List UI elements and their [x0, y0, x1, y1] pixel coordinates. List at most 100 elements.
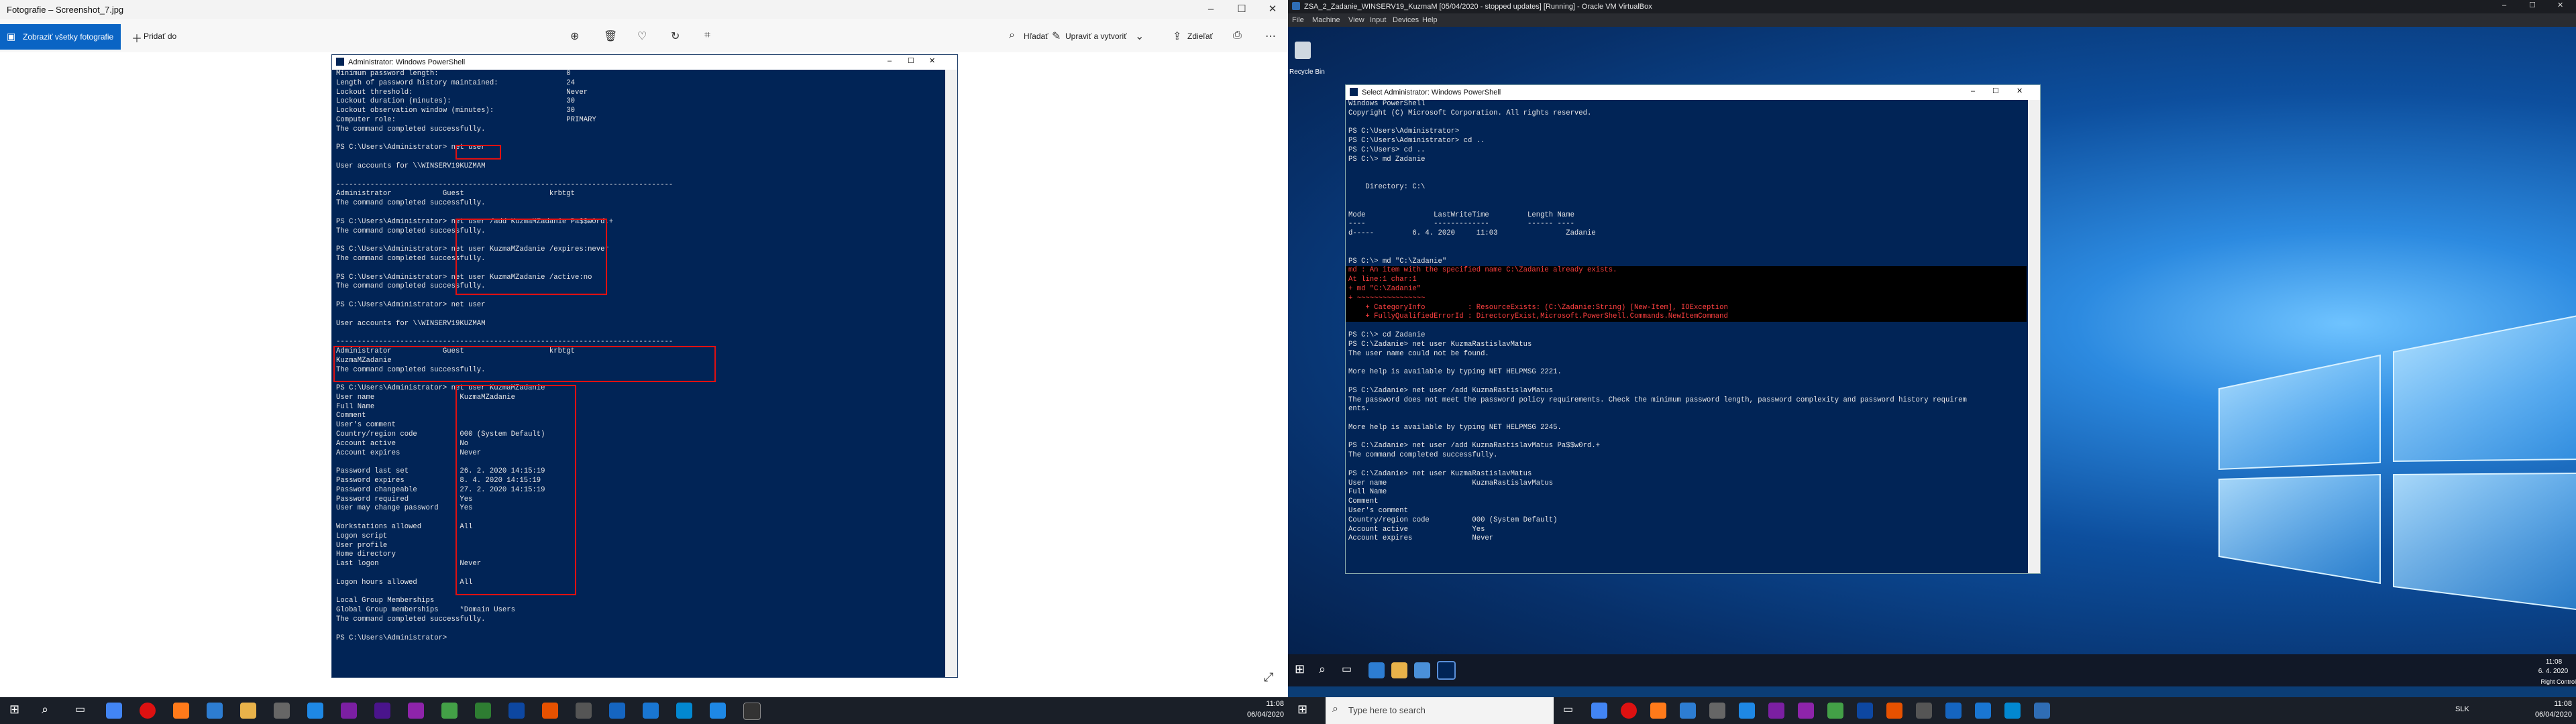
opera-icon[interactable]	[140, 703, 156, 719]
app-icon[interactable]	[643, 703, 659, 719]
console-line: Country/region code 000 (System Default)	[1348, 516, 1558, 524]
close-icon[interactable]: ✕	[1257, 0, 1288, 19]
host-search-box[interactable]: ⌕ Type here to search	[1326, 697, 1554, 724]
close-icon[interactable]: ✕	[2557, 1, 2563, 9]
share-button[interactable]: Zdieľať	[1187, 32, 1213, 41]
language-indicator[interactable]: SLK	[2455, 705, 2469, 713]
edit-create-button[interactable]: Upraviť a vytvoriť	[1065, 32, 1127, 41]
menu-devices[interactable]: Devices	[1393, 16, 1419, 24]
app-icon[interactable]	[2004, 703, 2021, 719]
app-icon[interactable]	[1709, 703, 1725, 719]
menu-input[interactable]: Input	[1370, 16, 1386, 24]
folder-icon[interactable]	[240, 703, 256, 719]
app-icon[interactable]	[408, 703, 424, 719]
vm-ps-scrollbar[interactable]	[2028, 100, 2040, 573]
app-icon[interactable]	[274, 703, 290, 719]
menu-help[interactable]: Help	[1422, 16, 1438, 24]
add-to-button[interactable]: Pridať do	[144, 32, 176, 41]
rotate-icon[interactable]: ↻	[671, 29, 680, 43]
opera-icon[interactable]	[1621, 703, 1637, 719]
console-line: PS C:\Zadanie> net user KuzmaRastislavMa…	[1348, 340, 1532, 349]
app-icon[interactable]	[475, 703, 491, 719]
app-icon[interactable]	[676, 703, 692, 719]
delete-icon[interactable]: 🗑	[604, 29, 617, 43]
vm-ps-console[interactable]: Windows PowerShell Copyright (C) Microsof…	[1346, 100, 2027, 573]
more-icon[interactable]: ⋯	[1265, 29, 1276, 43]
app-icon[interactable]	[710, 703, 726, 719]
console-line: PS C:\Users\Administrator> net user Kuzm…	[336, 384, 545, 393]
minimize-icon[interactable]: –	[1971, 87, 1975, 95]
minimize-icon: –	[888, 57, 892, 65]
console-line: PS C:\Users\Administrator> cd ..	[1348, 137, 1485, 145]
favorite-icon[interactable]: ♡	[637, 29, 647, 43]
firefox-icon[interactable]	[1650, 703, 1666, 719]
photos-app-icon[interactable]	[743, 703, 761, 720]
app-icon[interactable]	[341, 703, 357, 719]
photoshop-icon[interactable]	[508, 703, 525, 719]
console-line: PS C:\> cd Zadanie	[1348, 330, 1426, 339]
zoom-icon[interactable]: ⊕	[570, 29, 579, 43]
menu-machine[interactable]: Machine	[1312, 16, 1340, 24]
photoshop-icon[interactable]	[1857, 703, 1873, 719]
minimize-icon[interactable]: –	[1195, 0, 1226, 19]
app-icon[interactable]	[1739, 703, 1755, 719]
ie-icon[interactable]	[1368, 662, 1385, 678]
task-view-icon[interactable]: ▭	[75, 703, 85, 716]
task-view-icon[interactable]: ▭	[1563, 703, 1573, 716]
fullscreen-icon[interactable]: ⤢	[1264, 670, 1273, 684]
app-icon[interactable]	[1975, 703, 1991, 719]
search-icon[interactable]: ⌕	[1319, 662, 1326, 676]
app-icon[interactable]	[576, 703, 592, 719]
console-line: Lockout duration (minutes): 30	[336, 97, 576, 106]
menu-file[interactable]: File	[1292, 16, 1304, 24]
app-icon[interactable]	[1768, 703, 1784, 719]
maximize-icon[interactable]: ☐	[1226, 0, 1257, 19]
server-manager-icon[interactable]	[1414, 662, 1430, 678]
search-button[interactable]: Hľadať	[1024, 32, 1049, 41]
app-icon[interactable]	[441, 703, 458, 719]
crop-icon[interactable]: ⌗	[704, 29, 710, 42]
menu-view[interactable]: View	[1348, 16, 1364, 24]
app-icon[interactable]	[1945, 703, 1962, 719]
start-icon[interactable]: ⊞	[9, 703, 19, 717]
chrome-icon[interactable]	[106, 703, 122, 719]
edge-icon[interactable]	[207, 703, 223, 719]
vm-powershell-window[interactable]: Select Administrator: Windows PowerShell…	[1345, 84, 2041, 574]
folder-icon[interactable]	[1391, 662, 1407, 678]
virtualbox-titlebar: ZSA_2_Zadanie_WINSERV19_KuzmaM [05/04/20…	[1288, 0, 2576, 13]
app-icon[interactable]	[307, 703, 323, 719]
all-photos-button[interactable]: ▣ Zobraziť všetky fotografie	[0, 24, 121, 50]
chevron-down-icon[interactable]: ⌄	[1135, 29, 1144, 43]
app-icon[interactable]	[1798, 703, 1814, 719]
firefox-icon[interactable]	[173, 703, 189, 719]
edge-icon[interactable]	[1680, 703, 1696, 719]
console-line: The command completed successfully.	[336, 199, 486, 208]
app-icon[interactable]	[1827, 703, 1843, 719]
app-icon[interactable]	[609, 703, 625, 719]
console-line: PS C:\Users\Administrator> net user Kuzm…	[336, 245, 609, 254]
start-icon[interactable]: ⊞	[1295, 662, 1305, 676]
chrome-icon[interactable]	[1591, 703, 1607, 719]
virtualbox-taskbar-icon[interactable]	[2034, 703, 2050, 719]
recycle-bin-icon[interactable]	[1295, 42, 1311, 59]
task-view-icon[interactable]: ▭	[1342, 662, 1352, 676]
app-icon[interactable]	[374, 703, 390, 719]
maximize-icon[interactable]: ☐	[1992, 86, 1999, 95]
right-monitor: ZSA_2_Zadanie_WINSERV19_KuzmaM [05/04/20…	[1288, 0, 2576, 724]
powershell-taskbar-icon[interactable]	[1437, 661, 1456, 680]
search-icon[interactable]: ⌕	[42, 703, 48, 717]
console-line: At line:1 char:1	[1346, 276, 2027, 285]
minimize-icon[interactable]: –	[2502, 1, 2506, 9]
start-icon[interactable]: ⊞	[1297, 703, 1307, 717]
app-icon[interactable]	[1916, 703, 1932, 719]
print-icon[interactable]: ⎙	[1233, 29, 1242, 42]
illustrator-icon[interactable]	[1886, 703, 1902, 719]
console-line: User may change password Yes	[336, 504, 473, 513]
close-icon[interactable]: ✕	[2017, 86, 2023, 95]
maximize-icon[interactable]: ☐	[2529, 1, 2536, 9]
illustrator-icon[interactable]	[542, 703, 558, 719]
console-line: The command completed successfully.	[1348, 451, 1498, 460]
